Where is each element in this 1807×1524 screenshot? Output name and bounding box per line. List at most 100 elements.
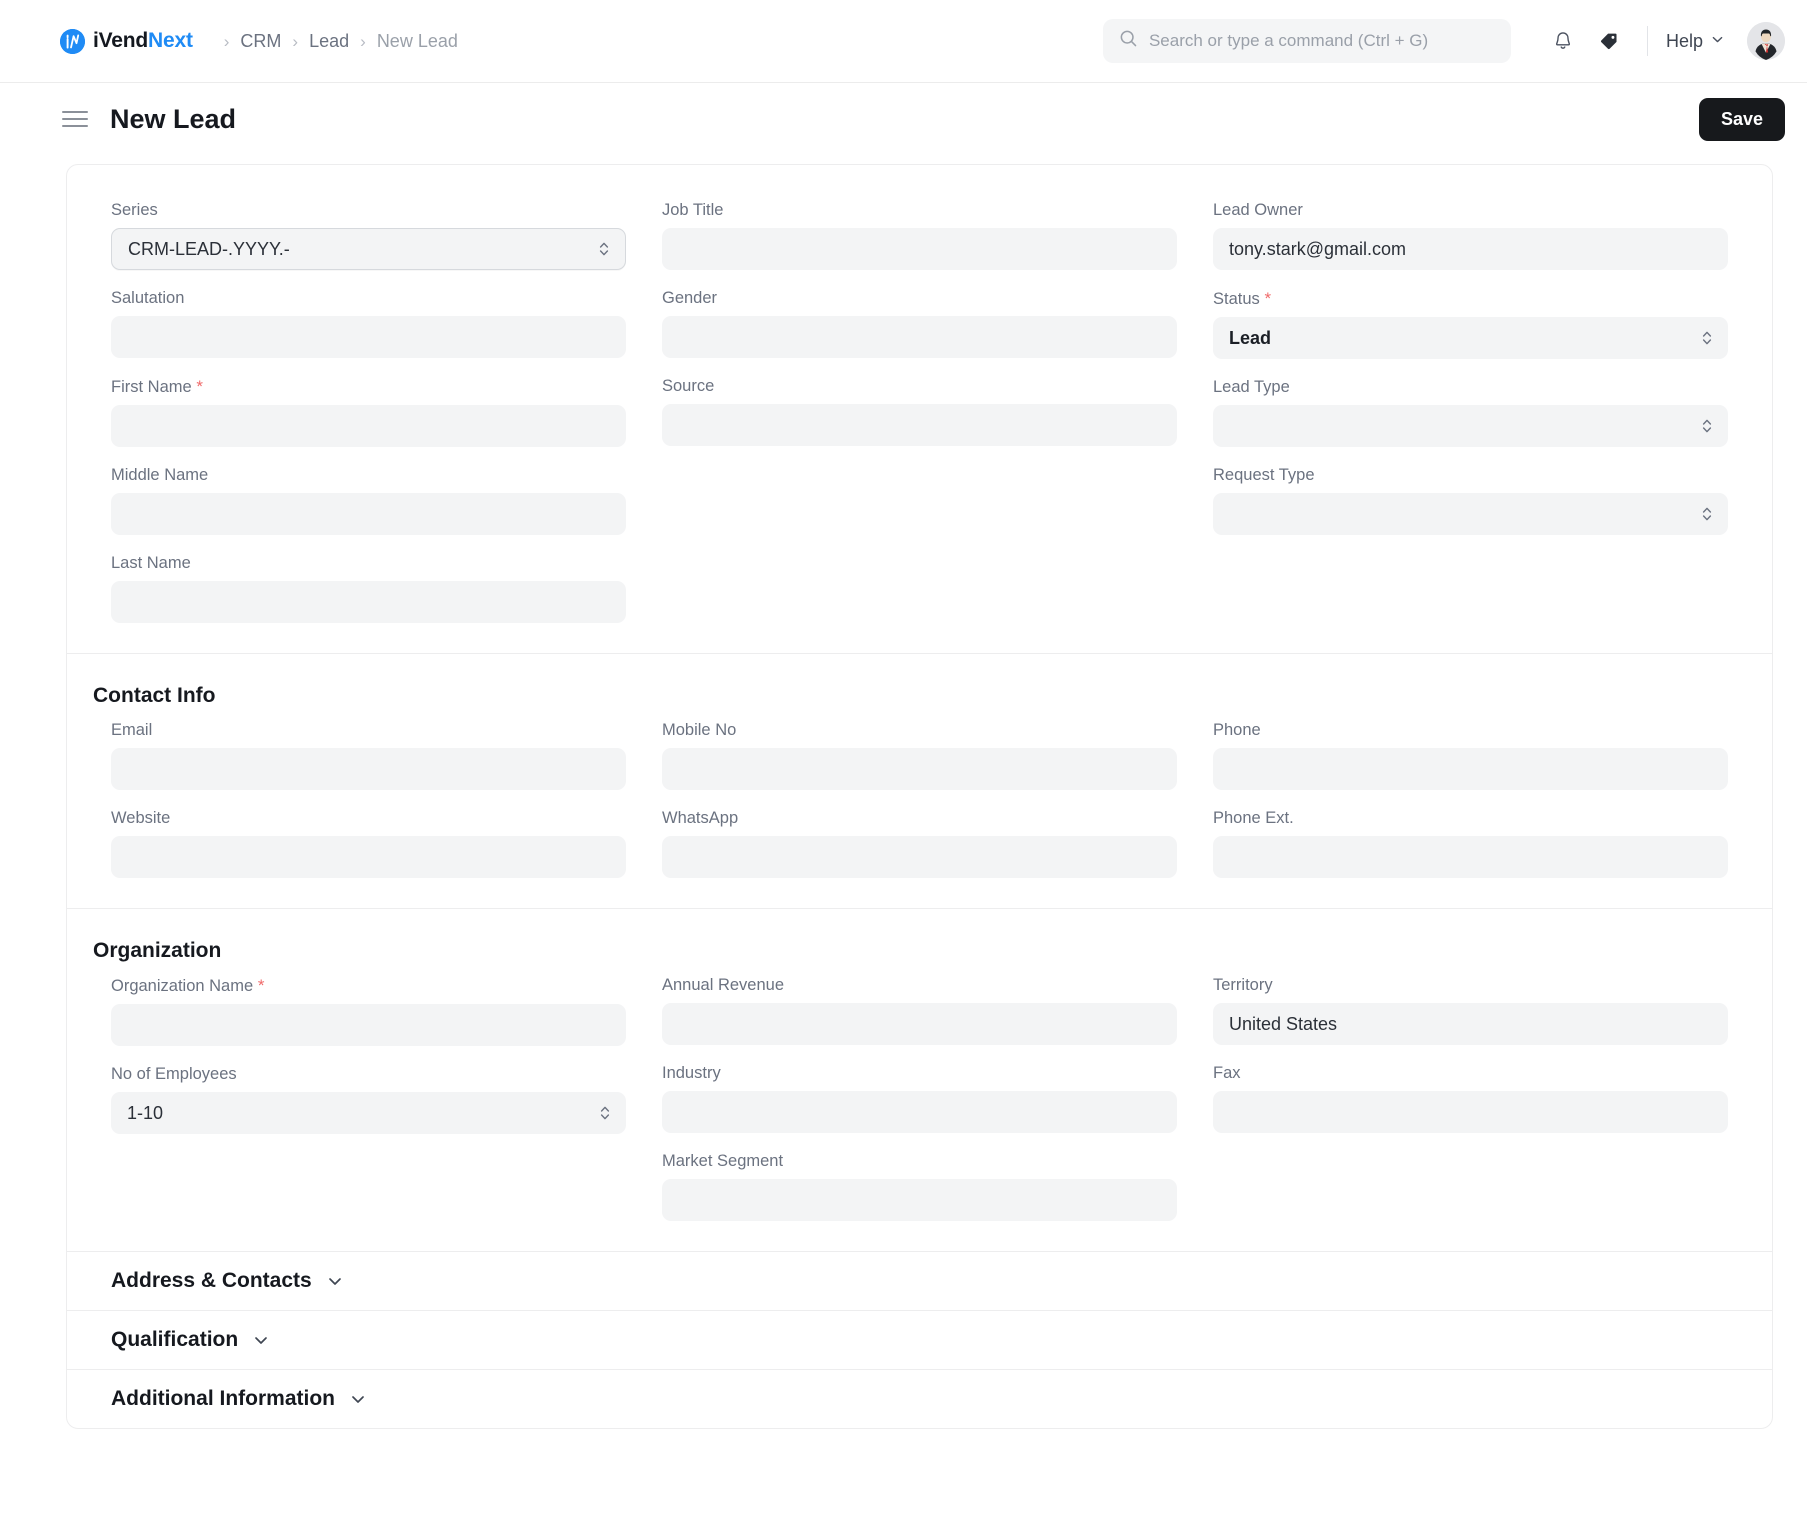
value-lead-owner: tony.stark@gmail.com — [1229, 238, 1406, 259]
avatar[interactable] — [1747, 22, 1785, 60]
label-website: Website — [111, 809, 171, 827]
input-territory[interactable]: United States — [1213, 1003, 1728, 1045]
input-lead-owner[interactable]: tony.stark@gmail.com — [1213, 228, 1728, 270]
label-source: Source — [662, 377, 715, 395]
value-series: CRM-LEAD-.YYYY.- — [128, 238, 290, 259]
nav-icon-group — [1543, 21, 1629, 61]
form-column: Mobile No WhatsApp — [644, 715, 1195, 878]
help-label: Help — [1665, 30, 1703, 51]
input-website[interactable] — [111, 836, 626, 878]
hamburger-bar — [62, 111, 88, 113]
chevron-down-icon — [326, 1272, 344, 1290]
collapsible-address-contacts[interactable]: Address & Contacts — [67, 1251, 1772, 1310]
brand-name-first: iVend — [93, 29, 149, 52]
input-industry[interactable] — [662, 1091, 1177, 1133]
ivendnext-logo-icon — [60, 28, 85, 54]
select-stepper-icon[interactable] — [1701, 416, 1713, 436]
label-salutation: Salutation — [111, 289, 185, 307]
label-fax: Fax — [1213, 1064, 1241, 1082]
input-source[interactable] — [662, 404, 1177, 446]
field-gender: Gender — [662, 289, 1177, 358]
save-button[interactable]: Save — [1698, 97, 1785, 141]
breadcrumb-item-lead[interactable]: Lead — [309, 31, 349, 52]
form-column: Organization Name * No of Employees 1-10 — [93, 970, 644, 1221]
label-lead-owner: Lead Owner — [1213, 201, 1303, 219]
input-job-title[interactable] — [662, 228, 1177, 270]
brand-name-second: Next — [148, 29, 193, 52]
select-status[interactable]: Lead — [1213, 317, 1728, 359]
bell-icon[interactable] — [1543, 21, 1583, 61]
input-first-name[interactable] — [111, 405, 626, 447]
search-placeholder: Search or type a command (Ctrl + G) — [1148, 31, 1429, 50]
input-middle-name[interactable] — [111, 493, 626, 535]
breadcrumb-separator: › — [223, 31, 230, 51]
label-request-type: Request Type — [1213, 466, 1315, 484]
select-stepper-icon[interactable] — [599, 1103, 611, 1123]
input-organization-name[interactable] — [111, 1004, 626, 1046]
form-grid: Organization Name * No of Employees 1-10… — [93, 970, 1746, 1221]
select-stepper-icon[interactable] — [1701, 504, 1713, 524]
collapsible-qualification[interactable]: Qualification — [67, 1310, 1772, 1369]
input-market-segment[interactable] — [662, 1179, 1177, 1221]
input-phone-ext[interactable] — [1213, 836, 1728, 878]
input-email[interactable] — [111, 748, 626, 790]
field-industry: Industry — [662, 1064, 1177, 1133]
input-mobile-no[interactable] — [662, 748, 1177, 790]
select-series[interactable]: CRM-LEAD-.YYYY.- — [111, 228, 626, 270]
form-column: Annual Revenue Industry Market Segment — [644, 970, 1195, 1221]
input-whatsapp[interactable] — [662, 836, 1177, 878]
input-phone[interactable] — [1213, 748, 1728, 790]
page-title: New Lead — [110, 103, 237, 134]
select-lead-type[interactable] — [1213, 405, 1728, 447]
select-stepper-icon[interactable] — [598, 239, 610, 259]
brand-logo[interactable]: iVendNext — [60, 28, 193, 54]
breadcrumb: › CRM › Lead › New Lead — [213, 31, 458, 52]
label-lead-type: Lead Type — [1213, 378, 1290, 396]
section-title: Organization — [93, 939, 222, 962]
page-titlebar: New Lead Save — [0, 83, 1807, 155]
label-job-title: Job Title — [662, 201, 724, 219]
input-gender[interactable] — [662, 316, 1177, 358]
label-email: Email — [111, 721, 153, 739]
field-website: Website — [111, 809, 626, 878]
hamburger-menu-icon[interactable] — [62, 111, 88, 127]
label-territory: Territory — [1213, 976, 1273, 994]
chevron-down-icon — [349, 1390, 367, 1408]
value-no-of-employees: 1-10 — [127, 1102, 164, 1123]
chevron-down-icon — [252, 1331, 270, 1349]
tag-icon[interactable] — [1589, 21, 1629, 61]
hamburger-bar — [62, 118, 88, 120]
select-request-type[interactable] — [1213, 493, 1728, 535]
label-organization-name: Organization Name * — [111, 976, 265, 995]
collapsible-additional-information[interactable]: Additional Information — [67, 1369, 1772, 1428]
label-status: Status * — [1213, 289, 1272, 308]
field-fax: Fax — [1213, 1064, 1728, 1133]
collapsible-title-additional-information: Additional Information — [111, 1387, 335, 1410]
field-whatsapp: WhatsApp — [662, 809, 1177, 878]
field-salutation: Salutation — [111, 289, 626, 358]
label-phone: Phone — [1213, 721, 1261, 739]
breadcrumb-separator: › — [360, 31, 366, 51]
label-no-of-employees: No of Employees — [111, 1065, 237, 1083]
form-column: Phone Phone Ext. — [1195, 715, 1746, 878]
collapsible-title-qualification: Qualification — [111, 1328, 239, 1351]
select-stepper-icon[interactable] — [1701, 328, 1713, 348]
breadcrumb-item-crm[interactable]: CRM — [240, 31, 281, 52]
search-input[interactable]: Search or type a command (Ctrl + G) — [1102, 19, 1511, 63]
label-last-name: Last Name — [111, 554, 191, 572]
field-phone: Phone — [1213, 721, 1728, 790]
brand-name: iVendNext — [93, 29, 193, 53]
form-column: Territory United States Fax — [1195, 970, 1746, 1221]
label-annual-revenue: Annual Revenue — [662, 976, 785, 994]
chevron-down-icon — [1710, 31, 1725, 52]
nav-divider — [1646, 26, 1648, 56]
input-fax[interactable] — [1213, 1091, 1728, 1133]
input-annual-revenue[interactable] — [662, 1003, 1177, 1045]
value-territory: United States — [1229, 1013, 1338, 1034]
select-no-of-employees[interactable]: 1-10 — [111, 1092, 626, 1134]
field-series: Series CRM-LEAD-.YYYY.- — [111, 201, 626, 270]
help-menu[interactable]: Help — [1666, 31, 1725, 52]
form-column: Lead Owner tony.stark@gmail.com Status *… — [1195, 195, 1746, 623]
input-salutation[interactable] — [111, 316, 626, 358]
input-last-name[interactable] — [111, 581, 626, 623]
